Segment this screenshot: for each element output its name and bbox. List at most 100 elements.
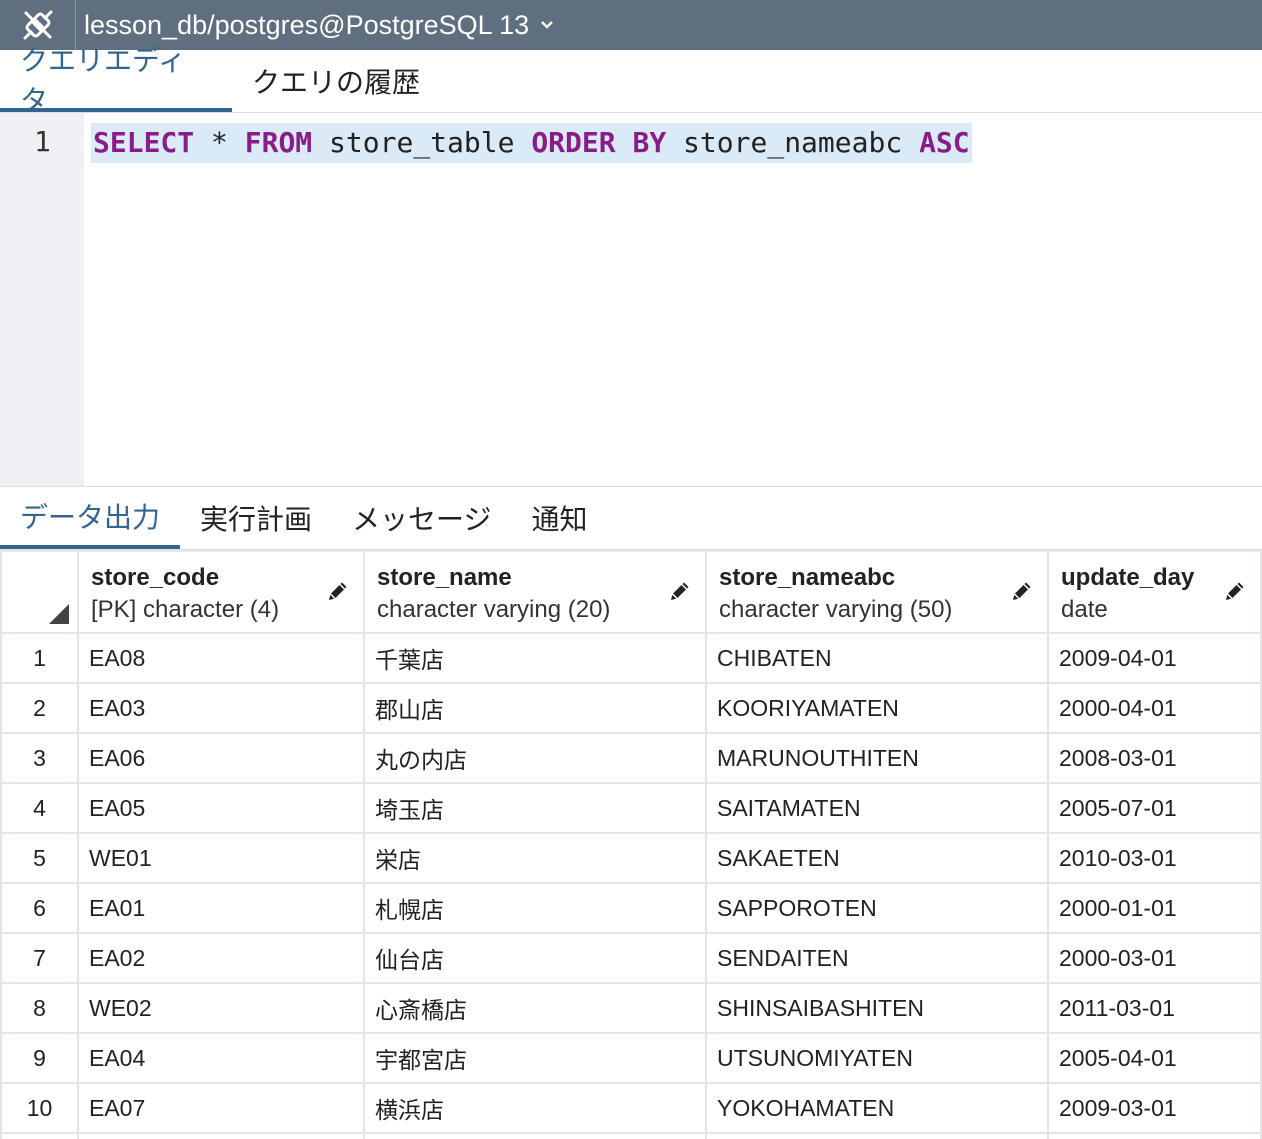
- tab-notifications[interactable]: 通知: [511, 487, 607, 549]
- column-name: store_nameabc: [719, 564, 896, 591]
- cell-store-code[interactable]: EA04: [77, 1032, 365, 1084]
- cell-store-name[interactable]: 丸の内店: [363, 732, 707, 784]
- row-number[interactable]: 1: [0, 632, 79, 684]
- star-token: *: [211, 126, 228, 159]
- cell-store-code[interactable]: EA07: [77, 1082, 365, 1134]
- column-header-store-nameabc[interactable]: store_nameabc character varying (50): [705, 550, 1049, 634]
- cell-update-day[interactable]: 2000-01-01: [1047, 882, 1262, 934]
- cell-store-nameabc[interactable]: KOORIYAMATEN: [705, 682, 1049, 734]
- table-row[interactable]: 10 EA07 横浜店 YOKOHAMATEN 2009-03-01: [0, 1082, 1262, 1134]
- table-row[interactable]: 9 EA04 宇都宮店 UTSUNOMIYATEN 2005-04-01: [0, 1032, 1262, 1084]
- row-number[interactable]: 5: [0, 832, 79, 884]
- cell-update-day[interactable]: 2000-04-01: [1047, 682, 1262, 734]
- cell-store-nameabc[interactable]: SENDAITEN: [705, 932, 1049, 984]
- cell-store-code[interactable]: EA03: [77, 682, 365, 734]
- corner-triangle-icon: [49, 604, 69, 624]
- row-number[interactable]: 10: [0, 1082, 79, 1134]
- cell-store-nameabc[interactable]: SHINSAIBASHITEN: [705, 982, 1049, 1034]
- cell-update-day[interactable]: 2009-03-01: [1047, 1082, 1262, 1134]
- column-identifier: store_nameabc: [683, 126, 903, 159]
- tab-query-editor[interactable]: クエリエディタ: [0, 45, 232, 116]
- data-grid: store_code [PK] character (4) store_name…: [0, 549, 1262, 1139]
- cell-store-code[interactable]: EA02: [77, 932, 365, 984]
- row-number[interactable]: 3: [0, 732, 79, 784]
- column-name: update_day: [1061, 564, 1195, 591]
- cell-store-name[interactable]: 郡山店: [363, 682, 707, 734]
- cell-update-day[interactable]: 2000-03-01: [1047, 932, 1262, 984]
- cell-store-name[interactable]: 栄店: [363, 832, 707, 884]
- table-row[interactable]: 1 EA08 千葉店 CHIBATEN 2009-04-01: [0, 632, 1262, 684]
- cell-store-code[interactable]: WE01: [77, 832, 365, 884]
- column-name: store_code: [91, 564, 220, 591]
- pencil-icon[interactable]: [1009, 578, 1035, 604]
- tab-data-output[interactable]: データ出力: [0, 487, 180, 549]
- column-type: date: [1061, 596, 1108, 623]
- cell-store-name[interactable]: 仙台店: [363, 932, 707, 984]
- keyword-from: FROM: [244, 126, 313, 159]
- keyword-order-by: ORDER BY: [531, 126, 667, 159]
- cell-update-day[interactable]: 2008-03-01: [1047, 732, 1262, 784]
- tab-query-history[interactable]: クエリの履歴: [232, 50, 440, 112]
- select-all-corner[interactable]: [0, 550, 79, 634]
- cell-store-name[interactable]: 千葉店: [363, 632, 707, 684]
- pencil-icon[interactable]: [1222, 578, 1248, 604]
- cell-store-code[interactable]: EA01: [77, 882, 365, 934]
- row-number[interactable]: 7: [0, 932, 79, 984]
- pencil-icon[interactable]: [667, 578, 693, 604]
- cell-store-nameabc[interactable]: UTSUNOMIYATEN: [705, 1032, 1049, 1084]
- tab-messages[interactable]: メッセージ: [332, 487, 511, 549]
- connection-selector[interactable]: lesson_db/postgres@PostgreSQL 13: [84, 10, 555, 41]
- column-header-store-name[interactable]: store_name character varying (20): [363, 550, 707, 634]
- result-tab-bar: データ出力 実行計画 メッセージ 通知: [0, 487, 1262, 549]
- table-row[interactable]: 5 WE01 栄店 SAKAETEN 2010-03-01: [0, 832, 1262, 884]
- column-header-store-code[interactable]: store_code [PK] character (4): [77, 550, 365, 634]
- connection-label: lesson_db/postgres@PostgreSQL 13: [84, 9, 530, 40]
- line-number: 1: [34, 125, 51, 158]
- cell-store-name[interactable]: 札幌店: [363, 882, 707, 934]
- table-row[interactable]: 2 EA03 郡山店 KOORIYAMATEN 2000-04-01: [0, 682, 1262, 734]
- cell-store-nameabc[interactable]: YOKOHAMATEN: [705, 1082, 1049, 1134]
- table-row[interactable]: 3 EA06 丸の内店 MARUNOUTHITEN 2008-03-01: [0, 732, 1262, 784]
- table-row[interactable]: 6 EA01 札幌店 SAPPOROTEN 2000-01-01: [0, 882, 1262, 934]
- row-number[interactable]: 4: [0, 782, 79, 834]
- cell-store-name[interactable]: 心斎橋店: [363, 982, 707, 1034]
- cell-update-day[interactable]: 2011-03-01: [1047, 982, 1262, 1034]
- cell-store-nameabc[interactable]: MARUNOUTHITEN: [705, 732, 1049, 784]
- cell-store-code[interactable]: WE02: [77, 982, 365, 1034]
- table-row[interactable]: 4 EA05 埼玉店 SAITAMATEN 2005-07-01: [0, 782, 1262, 834]
- cell-store-code[interactable]: EA06: [77, 732, 365, 784]
- cell-update-day[interactable]: 2009-04-01: [1047, 632, 1262, 684]
- cell-store-name[interactable]: 宇都宮店: [363, 1032, 707, 1084]
- cell-store-nameabc[interactable]: SAKAETEN: [705, 832, 1049, 884]
- cell-store-nameabc[interactable]: SAITAMATEN: [705, 782, 1049, 834]
- row-number[interactable]: 8: [0, 982, 79, 1034]
- keyword-asc: ASC: [919, 126, 970, 159]
- table-row-partial: [0, 1132, 1262, 1139]
- cell-store-name[interactable]: 埼玉店: [363, 782, 707, 834]
- column-type: character varying (20): [377, 596, 611, 623]
- keyword-select: SELECT: [93, 126, 195, 159]
- cell-store-code[interactable]: EA05: [77, 782, 365, 834]
- chevron-down-icon: [541, 21, 554, 29]
- cell-update-day[interactable]: 2005-04-01: [1047, 1032, 1262, 1084]
- cell-update-day[interactable]: 2005-07-01: [1047, 782, 1262, 834]
- cell-store-code[interactable]: EA08: [77, 632, 365, 684]
- cell-store-name[interactable]: 横浜店: [363, 1082, 707, 1134]
- row-number[interactable]: 2: [0, 682, 79, 734]
- table-row[interactable]: 8 WE02 心斎橋店 SHINSAIBASHITEN 2011-03-01: [0, 982, 1262, 1034]
- column-type: character varying (50): [719, 596, 953, 623]
- table-identifier: store_table: [329, 126, 515, 159]
- header-row: store_code [PK] character (4) store_name…: [0, 550, 1262, 634]
- row-number[interactable]: 9: [0, 1032, 79, 1084]
- result-table: store_code [PK] character (4) store_name…: [0, 550, 1262, 1139]
- cell-store-nameabc[interactable]: SAPPOROTEN: [705, 882, 1049, 934]
- code-line[interactable]: SELECT * FROM store_table ORDER BY store…: [91, 123, 972, 163]
- tab-explain[interactable]: 実行計画: [180, 487, 332, 549]
- pencil-icon[interactable]: [325, 578, 351, 604]
- column-header-update-day[interactable]: update_day date: [1047, 550, 1262, 634]
- table-row[interactable]: 7 EA02 仙台店 SENDAITEN 2000-03-01: [0, 932, 1262, 984]
- row-number[interactable]: 6: [0, 882, 79, 934]
- cell-update-day[interactable]: 2010-03-01: [1047, 832, 1262, 884]
- sql-editor[interactable]: 1 SELECT * FROM store_table ORDER BY sto…: [0, 113, 1262, 487]
- cell-store-nameabc[interactable]: CHIBATEN: [705, 632, 1049, 684]
